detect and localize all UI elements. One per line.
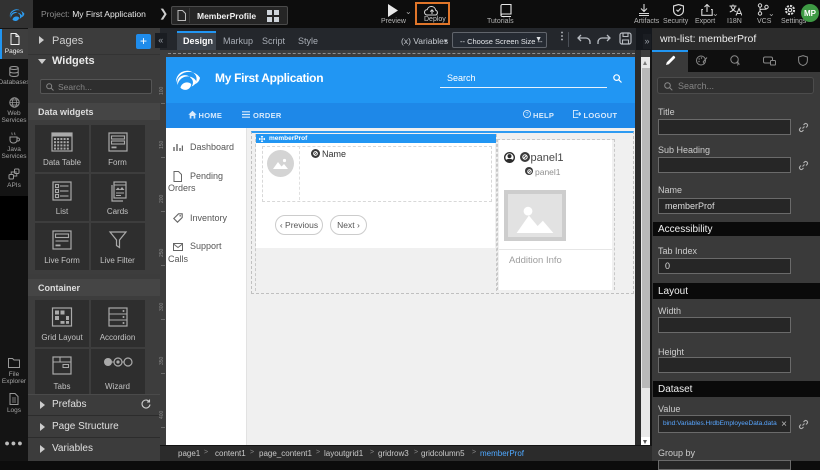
- svg-text:?: ?: [525, 112, 528, 118]
